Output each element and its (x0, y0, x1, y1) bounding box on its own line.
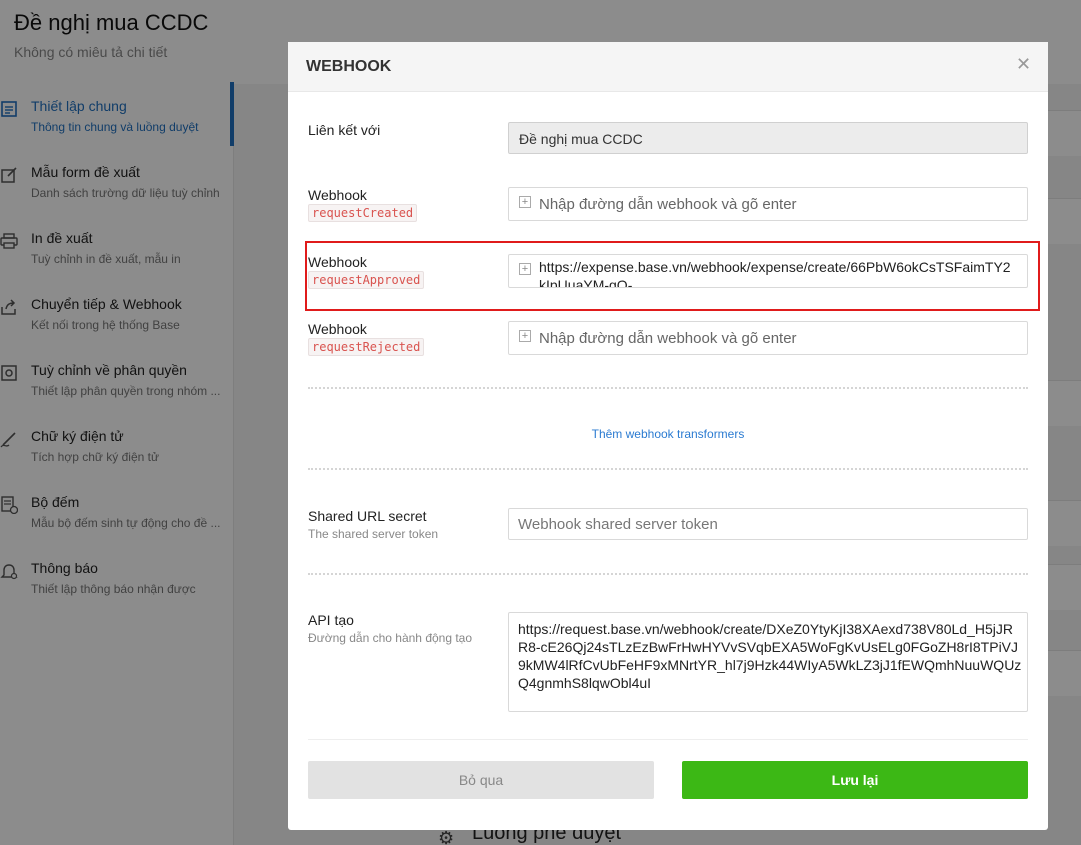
divider (308, 573, 1028, 575)
divider (308, 468, 1028, 470)
save-button[interactable]: Lưu lại (682, 761, 1028, 799)
cancel-button[interactable]: Bỏ qua (308, 761, 654, 799)
secret-label: Shared URL secret (308, 508, 427, 524)
plus-square-icon: + (519, 330, 531, 342)
secret-input[interactable] (508, 508, 1028, 540)
secret-token-field[interactable] (509, 509, 1027, 539)
api-url-box[interactable]: https://request.base.vn/webhook/create/D… (508, 612, 1028, 712)
secret-sub: The shared server token (308, 527, 439, 541)
modal-title: WEBHOOK (306, 58, 392, 75)
close-icon[interactable]: ✕ (1016, 54, 1031, 75)
divider (308, 387, 1028, 389)
event-tag: requestCreated (308, 204, 418, 222)
footer-divider (308, 739, 1028, 740)
api-label: API tạo (308, 612, 354, 628)
webhook-placeholder: Nhập đường dẫn webhook và gõ enter (539, 330, 797, 347)
add-transformers-link[interactable]: Thêm webhook transformers (288, 427, 1048, 441)
webhook-modal: WEBHOOK ✕ Liên kết với Đề nghị mua CCDC … (288, 42, 1048, 830)
linked-value: Đề nghị mua CCDC (519, 131, 643, 147)
linked-field: Đề nghị mua CCDC (508, 122, 1028, 154)
event-tag: requestRejected (308, 338, 425, 356)
webhook-label: Webhook (308, 187, 367, 203)
linked-label: Liên kết với (308, 122, 381, 138)
plus-square-icon: + (519, 196, 531, 208)
api-sub: Đường dẫn cho hành động tạo (308, 631, 473, 645)
webhook-placeholder: Nhập đường dẫn webhook và gõ enter (539, 196, 797, 213)
highlight-box (305, 241, 1040, 311)
modal-header: WEBHOOK ✕ (288, 42, 1048, 92)
webhook-rejected-input[interactable]: + Nhập đường dẫn webhook và gõ enter (508, 321, 1028, 355)
webhook-created-input[interactable]: + Nhập đường dẫn webhook và gõ enter (508, 187, 1028, 221)
webhook-label: Webhook (308, 321, 367, 337)
api-url-value: https://request.base.vn/webhook/create/D… (518, 621, 1022, 691)
